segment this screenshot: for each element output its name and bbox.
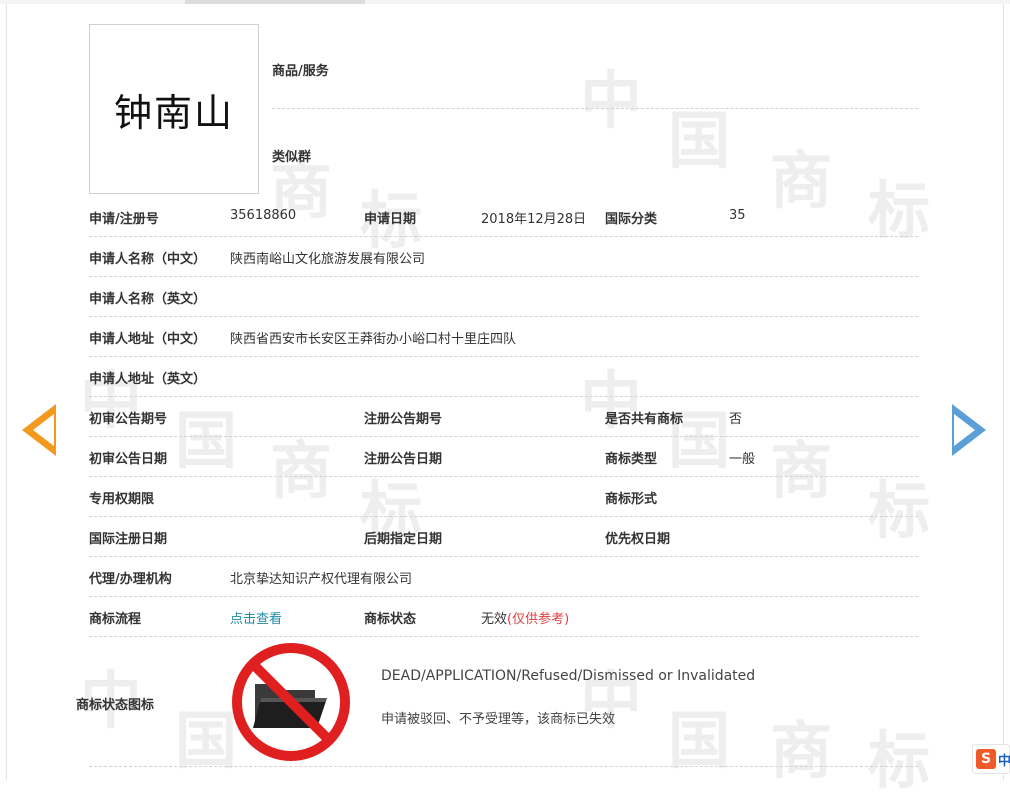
reg-no-label: 申请/注册号	[89, 212, 159, 227]
row-address-en: 申请人地址（英文）	[89, 356, 918, 397]
ime-mode-indicator: 中	[998, 754, 1010, 769]
divider	[272, 108, 918, 109]
exclusive-period-label: 专用权期限	[89, 492, 155, 507]
row-publication-no: 初审公告期号 注册公告期号 是否共有商标 否	[89, 396, 918, 437]
address-en-label: 申请人地址（英文）	[89, 372, 207, 387]
agent-value: 北京挚达知识产权代理有限公司	[230, 572, 413, 587]
status-icon-label: 商标状态图标	[76, 698, 155, 713]
row-registration: 申请/注册号 35618860 申请日期 2018年12月28日 国际分类 35	[89, 196, 918, 237]
intl-reg-date-label: 国际注册日期	[89, 532, 168, 547]
status-description-cn: 申请被驳回、不予受理等，该商标已失效	[381, 712, 616, 727]
trademark-name: 钟南山	[113, 90, 234, 135]
prelim-pub-no-label: 初审公告期号	[89, 412, 168, 427]
ime-logo-icon: S	[976, 749, 996, 769]
tm-type-label: 商标类型	[605, 452, 658, 467]
arrow-left-icon[interactable]	[22, 404, 56, 456]
status-label: 商标状态	[364, 612, 417, 627]
priority-date-label: 优先权日期	[605, 532, 671, 547]
reg-pub-no-label: 注册公告期号	[364, 412, 443, 427]
prelim-pub-date-label: 初审公告日期	[89, 452, 168, 467]
trademark-image: 钟南山	[89, 24, 259, 194]
row-status-icon: 商标状态图标 DEAD/APPLICATION/Refused/Dismisse…	[76, 636, 918, 767]
address-cn-label: 申请人地址（中文）	[89, 332, 207, 347]
row-process-status: 商标流程 点击查看 商标状态 无效(仅供参考)	[89, 596, 918, 637]
intl-class-label: 国际分类	[605, 212, 658, 227]
similar-group-label: 类似群	[272, 150, 312, 165]
goods-services-label: 商品/服务	[272, 64, 329, 79]
arrow-right-icon[interactable]	[952, 404, 986, 456]
row-applicant-en: 申请人名称（英文）	[89, 276, 918, 317]
applicant-en-label: 申请人名称（英文）	[89, 292, 207, 307]
shared-value: 否	[729, 412, 743, 427]
reg-no-value: 35618860	[230, 208, 297, 223]
row-publication-date: 初审公告日期 注册公告日期 商标类型 一般	[89, 436, 918, 477]
intl-class-value: 35	[729, 208, 746, 223]
row-intl-dates: 国际注册日期 后期指定日期 优先权日期	[89, 516, 918, 557]
app-date-value: 2018年12月28日	[481, 212, 587, 227]
address-cn-value: 陕西省西安市长安区王莽街办小峪口村十里庄四队	[230, 332, 517, 347]
process-link[interactable]: 点击查看	[230, 608, 282, 627]
status-description-en: DEAD/APPLICATION/Refused/Dismissed or In…	[381, 668, 756, 684]
row-address-cn: 申请人地址（中文） 陕西省西安市长安区王莽街办小峪口村十里庄四队	[89, 316, 918, 357]
status-value: 无效(仅供参考)	[481, 608, 569, 627]
status-reference-note: (仅供参考)	[507, 612, 570, 627]
row-agent: 代理/办理机构 北京挚达知识产权代理有限公司	[89, 556, 918, 597]
process-label: 商标流程	[89, 612, 142, 627]
app-date-label: 申请日期	[364, 212, 417, 227]
agent-label: 代理/办理机构	[89, 572, 172, 587]
status-text: 无效	[481, 612, 508, 627]
folder-prohibited-icon	[232, 643, 350, 761]
tm-form-label: 商标形式	[605, 492, 658, 507]
tm-type-value: 一般	[729, 452, 756, 467]
applicant-cn-value: 陕西南峪山文化旅游发展有限公司	[230, 252, 426, 267]
row-exclusive-period: 专用权期限 商标形式	[89, 476, 918, 517]
applicant-cn-label: 申请人名称（中文）	[89, 252, 207, 267]
later-designation-label: 后期指定日期	[364, 532, 443, 547]
row-applicant-cn: 申请人名称（中文） 陕西南峪山文化旅游发展有限公司	[89, 236, 918, 277]
reg-pub-date-label: 注册公告日期	[364, 452, 443, 467]
shared-label: 是否共有商标	[605, 412, 684, 427]
ime-toolbar[interactable]: S 中	[972, 744, 1010, 774]
